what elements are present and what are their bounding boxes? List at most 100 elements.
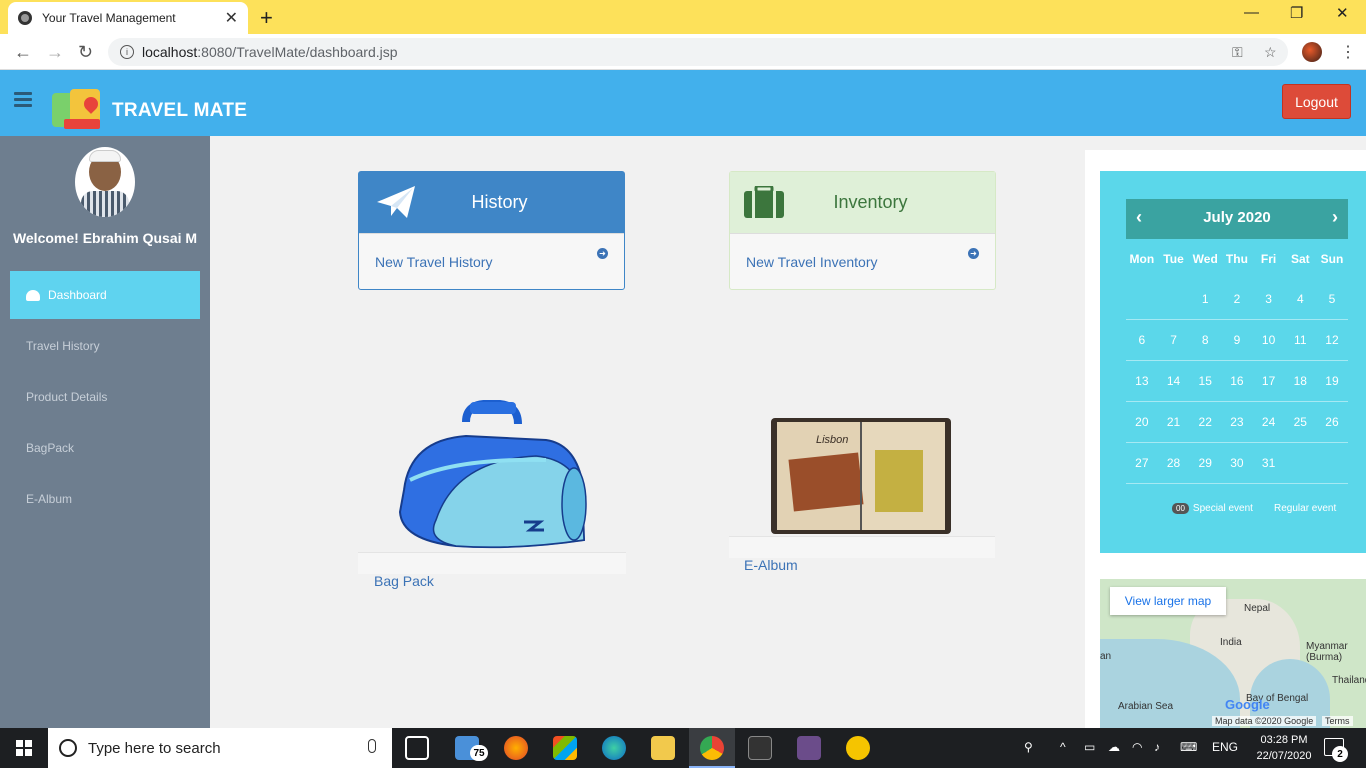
calendar-day[interactable]: 23 bbox=[1221, 415, 1253, 429]
special-event-legend: 00 Special event bbox=[1172, 503, 1253, 514]
reload-icon[interactable]: ↻ bbox=[78, 42, 93, 63]
calendar-day[interactable]: 11 bbox=[1284, 333, 1316, 347]
weekday-row: Mon Tue Wed Thu Fri Sat Sun bbox=[1126, 251, 1348, 267]
calendar-day[interactable]: 31 bbox=[1253, 456, 1285, 470]
language-indicator[interactable]: ENG bbox=[1212, 740, 1238, 754]
new-travel-history-link[interactable]: New Travel History bbox=[375, 254, 492, 270]
calendar-day[interactable]: 8 bbox=[1189, 333, 1221, 347]
calendar-day[interactable]: 15 bbox=[1189, 374, 1221, 388]
calendar-day[interactable]: 10 bbox=[1253, 333, 1285, 347]
key-icon[interactable]: ⚿ bbox=[1232, 44, 1243, 61]
url-field[interactable]: i localhost:8080/TravelMate/dashboard.js… bbox=[108, 38, 1288, 66]
calendar-day[interactable]: 1 bbox=[1189, 292, 1221, 306]
arrow-circle-right-icon[interactable]: ➜ bbox=[597, 248, 608, 259]
calendar-day[interactable]: 25 bbox=[1284, 415, 1316, 429]
hamburger-icon[interactable] bbox=[14, 92, 32, 107]
sidebar-item-product-details[interactable]: Product Details bbox=[10, 373, 200, 421]
calendar-day[interactable]: 30 bbox=[1221, 456, 1253, 470]
taskbar-search-input[interactable]: Type here to search bbox=[48, 728, 392, 768]
globe-icon bbox=[18, 11, 32, 25]
calendar-day[interactable]: 19 bbox=[1316, 374, 1348, 388]
volume-icon[interactable]: ♪ bbox=[1154, 740, 1160, 754]
arrow-circle-right-icon[interactable]: ➜ bbox=[968, 248, 979, 259]
calendar-day[interactable]: 22 bbox=[1189, 415, 1221, 429]
map-terms-link[interactable]: Terms bbox=[1322, 716, 1353, 726]
calendar-day[interactable]: 4 bbox=[1284, 292, 1316, 306]
calendar-week-row: 12345 bbox=[1126, 279, 1348, 320]
e-album-caption[interactable]: E-Album bbox=[744, 557, 798, 573]
restore-icon[interactable]: ❐ bbox=[1290, 4, 1303, 22]
logout-button[interactable]: Logout bbox=[1282, 84, 1351, 119]
sidebar-item-dashboard[interactable]: Dashboard bbox=[10, 271, 200, 319]
microphone-icon[interactable] bbox=[368, 739, 376, 753]
firefox-icon[interactable] bbox=[504, 736, 528, 760]
chrome-icon[interactable] bbox=[700, 736, 724, 760]
task-view-icon[interactable] bbox=[405, 736, 429, 760]
calendar-week-row: 13 14 15 16 17 18 19 bbox=[1126, 361, 1348, 402]
edge-icon[interactable] bbox=[602, 736, 626, 760]
view-larger-map-link[interactable]: View larger map bbox=[1110, 587, 1226, 615]
windows-start-icon[interactable] bbox=[16, 740, 32, 756]
people-icon[interactable]: ⚲ bbox=[1024, 740, 1033, 754]
calendar-day[interactable]: 14 bbox=[1158, 374, 1190, 388]
bag-pack-image[interactable] bbox=[396, 400, 588, 552]
special-event-label: Special event bbox=[1192, 503, 1253, 514]
map-label: an bbox=[1100, 651, 1112, 662]
store-icon[interactable] bbox=[553, 736, 577, 760]
calendar-day[interactable]: 17 bbox=[1253, 374, 1285, 388]
mf-app-icon[interactable] bbox=[846, 736, 870, 760]
calendar-day[interactable]: 21 bbox=[1158, 415, 1190, 429]
calendar-day[interactable]: 18 bbox=[1284, 374, 1316, 388]
calendar-day[interactable]: 20 bbox=[1126, 415, 1158, 429]
calendar-day[interactable]: 24 bbox=[1253, 415, 1285, 429]
calendar-day[interactable]: 29 bbox=[1189, 456, 1221, 470]
calendar-day[interactable]: 28 bbox=[1158, 456, 1190, 470]
inventory-card-body[interactable]: New Travel Inventory ➜ bbox=[730, 233, 995, 289]
star-icon[interactable]: ☆ bbox=[1264, 44, 1277, 61]
onedrive-icon[interactable]: ☁ bbox=[1108, 740, 1120, 754]
calendar-day[interactable]: 16 bbox=[1221, 374, 1253, 388]
google-map[interactable]: Nepal India Myanmar (Burma) Thailand Ara… bbox=[1100, 579, 1366, 728]
browser-tab[interactable]: Your Travel Management ✕ bbox=[8, 2, 248, 34]
history-card-body[interactable]: New Travel History ➜ bbox=[359, 233, 624, 289]
calendar-day[interactable]: 6 bbox=[1126, 333, 1158, 347]
weekday-label: Wed bbox=[1192, 252, 1218, 266]
taskbar-clock[interactable]: 03:28 PM 22/07/2020 bbox=[1254, 732, 1314, 764]
calendar-day[interactable]: 3 bbox=[1253, 292, 1285, 306]
sidebar-item-e-album[interactable]: E-Album bbox=[10, 475, 200, 523]
app-icon[interactable] bbox=[797, 736, 821, 760]
minimize-icon[interactable]: — bbox=[1244, 4, 1259, 21]
keyboard-icon[interactable]: ⌨ bbox=[1180, 740, 1197, 754]
new-travel-inventory-link[interactable]: New Travel Inventory bbox=[746, 254, 878, 270]
browser-tab-strip: Your Travel Management ✕ + — ❐ ✕ bbox=[0, 0, 1366, 34]
forward-icon[interactable]: → bbox=[46, 42, 64, 63]
calendar-day[interactable]: 7 bbox=[1158, 333, 1190, 347]
calendar-day[interactable]: 2 bbox=[1221, 292, 1253, 306]
calendar-day[interactable]: 5 bbox=[1316, 292, 1348, 306]
new-tab-button[interactable]: + bbox=[260, 5, 273, 31]
calendar-day[interactable]: 13 bbox=[1126, 374, 1158, 388]
tab-close-icon[interactable]: ✕ bbox=[225, 8, 238, 28]
sidebar-item-travel-history[interactable]: Travel History bbox=[10, 322, 200, 370]
tray-chevron-icon[interactable]: ^ bbox=[1060, 740, 1066, 754]
site-info-icon[interactable]: i bbox=[120, 45, 134, 59]
back-icon[interactable]: ← bbox=[14, 42, 32, 63]
wifi-icon[interactable]: ◠ bbox=[1132, 740, 1142, 754]
terminal-icon[interactable] bbox=[748, 736, 772, 760]
calendar-day[interactable]: 27 bbox=[1126, 456, 1158, 470]
window-close-icon[interactable]: ✕ bbox=[1336, 4, 1349, 22]
dashboard-icon bbox=[26, 289, 40, 301]
battery-icon[interactable]: ▭ bbox=[1084, 740, 1095, 754]
calendar-day[interactable]: 12 bbox=[1316, 333, 1348, 347]
menu-kebab-icon[interactable]: ⋮ bbox=[1340, 42, 1356, 62]
calendar-month: July 2020 bbox=[1203, 209, 1271, 226]
map-label: Thailand bbox=[1332, 675, 1366, 686]
e-album-image[interactable] bbox=[771, 418, 951, 534]
sidebar-item-bagpack[interactable]: BagPack bbox=[10, 424, 200, 472]
file-explorer-icon[interactable] bbox=[651, 736, 675, 760]
bag-pack-caption[interactable]: Bag Pack bbox=[374, 573, 434, 589]
next-month-icon[interactable]: › bbox=[1332, 207, 1338, 228]
calendar-day[interactable]: 9 bbox=[1221, 333, 1253, 347]
calendar-day[interactable]: 26 bbox=[1316, 415, 1348, 429]
profile-avatar[interactable] bbox=[1302, 42, 1322, 62]
